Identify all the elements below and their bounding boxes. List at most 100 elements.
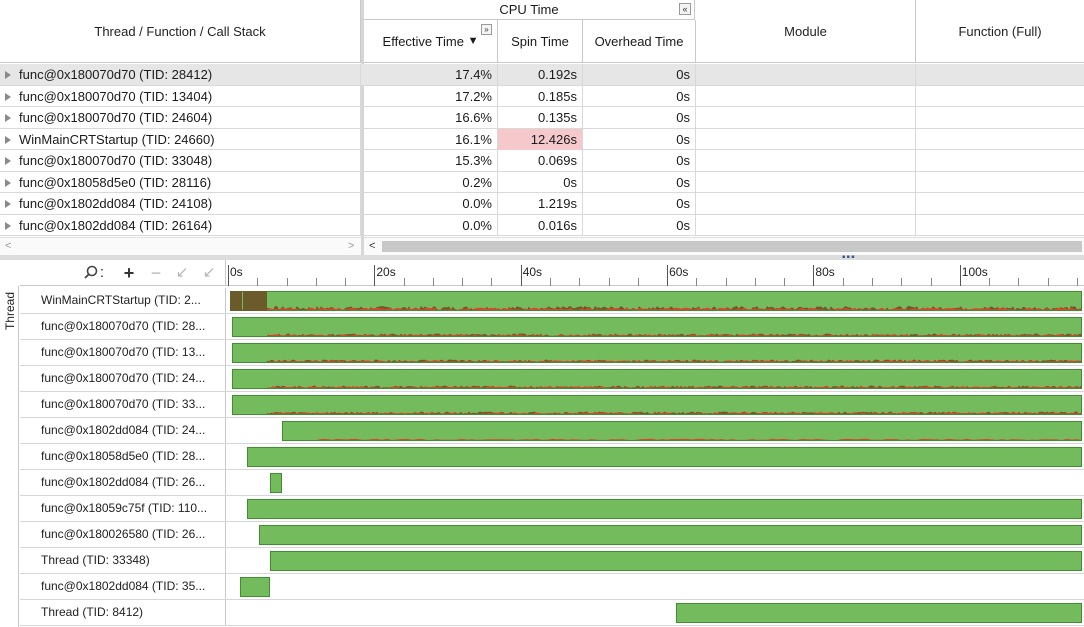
timeline-thread-row[interactable]: func@0x1802dd084 (TID: 24... bbox=[20, 418, 1084, 444]
scroll-left-icon[interactable]: < bbox=[5, 240, 11, 252]
expand-column-icon[interactable]: » bbox=[481, 24, 492, 35]
timeline-thread-row[interactable]: func@0x1802dd084 (TID: 35... bbox=[20, 574, 1084, 600]
thread-running-bar[interactable] bbox=[232, 317, 1083, 337]
thread-label[interactable]: Thread (TID: 8412) bbox=[20, 600, 226, 625]
thread-running-bar[interactable] bbox=[247, 447, 1082, 467]
timeline-thread-row[interactable]: func@0x180070d70 (TID: 33... bbox=[20, 392, 1084, 418]
ruler-minor-tick bbox=[345, 278, 347, 286]
thread-label[interactable]: func@0x180070d70 (TID: 13... bbox=[20, 340, 226, 365]
right-horizontal-scrollbar[interactable]: < bbox=[364, 237, 1084, 255]
thread-name-cell[interactable]: func@0x180070d70 (TID: 13404) bbox=[0, 85, 361, 107]
column-header-thread-function[interactable]: Thread / Function / Call Stack bbox=[0, 0, 361, 63]
thread-running-bar[interactable] bbox=[232, 343, 1083, 363]
left-horizontal-scrollbar[interactable]: < > bbox=[0, 237, 361, 255]
expand-row-icon[interactable] bbox=[5, 92, 11, 101]
thread-label[interactable]: func@0x180070d70 (TID: 24... bbox=[20, 366, 226, 391]
thread-running-bar[interactable] bbox=[232, 395, 1083, 415]
thread-name: func@0x18058d5e0 (TID: 28116) bbox=[19, 174, 212, 190]
ruler-minor-tick bbox=[579, 278, 581, 286]
table-row[interactable]: func@0x18058d5e0 (TID: 28116) 0.2% 0s 0s bbox=[0, 171, 1084, 193]
timeline-thread-row[interactable]: func@0x180070d70 (TID: 28... bbox=[20, 314, 1084, 340]
thread-running-bar[interactable] bbox=[282, 421, 1083, 441]
thread-name-cell[interactable]: func@0x1802dd084 (TID: 26164) bbox=[0, 214, 361, 236]
timeline-thread-row[interactable]: func@0x18059c75f (TID: 110... bbox=[20, 496, 1084, 522]
scrollbar-thumb[interactable] bbox=[382, 241, 1082, 252]
thread-tab[interactable]: Thread bbox=[0, 286, 19, 627]
timeline-thread-row[interactable]: func@0x1802dd084 (TID: 26... bbox=[20, 470, 1084, 496]
wait-burst-block bbox=[242, 291, 268, 311]
table-row[interactable]: func@0x180070d70 (TID: 24604) 16.6% 0.135s… bbox=[0, 107, 1084, 129]
expand-row-icon[interactable] bbox=[5, 135, 11, 144]
thread-running-bar[interactable] bbox=[239, 577, 270, 597]
scroll-right-icon[interactable]: > bbox=[348, 240, 354, 252]
thread-running-bar[interactable] bbox=[230, 291, 1083, 311]
thread-label[interactable]: WinMainCRTStartup (TID: 2... bbox=[20, 288, 226, 313]
ruler-minor-tick bbox=[754, 278, 756, 286]
thread-running-bar[interactable] bbox=[247, 499, 1082, 519]
thread-label[interactable]: Thread (TID: 33348) bbox=[20, 548, 226, 573]
scroll-left-icon[interactable]: < bbox=[369, 240, 375, 252]
column-header-function-full[interactable]: Function (Full) bbox=[916, 0, 1084, 63]
thread-label[interactable]: func@0x1802dd084 (TID: 35... bbox=[20, 574, 226, 599]
expand-row-icon[interactable] bbox=[5, 178, 11, 187]
thread-running-bar[interactable] bbox=[269, 473, 283, 493]
reset-zoom-icon[interactable]: ↙ bbox=[200, 263, 218, 283]
table-row[interactable]: func@0x180070d70 (TID: 33048) 15.3% 0.069s… bbox=[0, 150, 1084, 172]
ruler-minor-tick bbox=[432, 278, 434, 286]
timeline-thread-row[interactable]: WinMainCRTStartup (TID: 2... bbox=[20, 288, 1084, 314]
spin-time-cell: 1.219s bbox=[498, 193, 583, 214]
sort-descending-icon[interactable]: ▼ bbox=[468, 35, 479, 47]
table-row[interactable]: WinMainCRTStartup (TID: 24660) 16.1% 12.42… bbox=[0, 128, 1084, 150]
undo-zoom-icon[interactable]: ↙ bbox=[173, 263, 191, 283]
thread-running-bar[interactable] bbox=[675, 603, 1082, 623]
table-row[interactable]: func@0x1802dd084 (TID: 24108) 0.0% 1.219s 0… bbox=[0, 193, 1084, 215]
thread-label[interactable]: func@0x18058d5e0 (TID: 28... bbox=[20, 444, 226, 469]
function-full-cell bbox=[916, 107, 1084, 128]
thread-lane bbox=[226, 470, 1084, 495]
thread-running-bar[interactable] bbox=[232, 369, 1083, 389]
expand-row-icon[interactable] bbox=[5, 71, 11, 79]
thread-name-cell[interactable]: func@0x1802dd084 (TID: 24108) bbox=[0, 193, 361, 214]
column-header-module[interactable]: Module bbox=[696, 0, 916, 63]
zoom-out-icon[interactable]: − bbox=[147, 263, 165, 283]
column-group-cpu-time[interactable]: CPU Time « bbox=[364, 0, 695, 20]
timeline-thread-row[interactable]: func@0x180070d70 (TID: 13... bbox=[20, 340, 1084, 366]
expand-row-icon[interactable] bbox=[5, 157, 11, 165]
ruler-major-tick bbox=[374, 265, 376, 286]
timeline-thread-row[interactable]: func@0x180070d70 (TID: 24... bbox=[20, 366, 1084, 392]
thread-running-bar[interactable] bbox=[258, 525, 1082, 545]
timeline-thread-row[interactable]: Thread (TID: 33348) bbox=[20, 548, 1084, 574]
spin-activity-overlay bbox=[267, 333, 1083, 336]
thread-name-cell[interactable]: WinMainCRTStartup (TID: 24660) bbox=[0, 128, 361, 150]
column-header-spin-time[interactable]: Spin Time bbox=[498, 20, 583, 63]
thread-name-cell[interactable]: func@0x180070d70 (TID: 28412) bbox=[0, 64, 361, 85]
column-header-label: Effective Time bbox=[382, 33, 464, 49]
effective-time-cell: 17.2% bbox=[364, 85, 498, 107]
thread-label[interactable]: func@0x1802dd084 (TID: 24... bbox=[20, 418, 226, 443]
timeline-thread-row[interactable]: func@0x18058d5e0 (TID: 28... bbox=[20, 444, 1084, 470]
thread-name-cell[interactable]: func@0x180070d70 (TID: 24604) bbox=[0, 107, 361, 128]
column-header-effective-time[interactable]: Effective Time ▼ » bbox=[364, 20, 498, 63]
thread-label[interactable]: func@0x180070d70 (TID: 33... bbox=[20, 392, 226, 417]
thread-label[interactable]: func@0x180026580 (TID: 26... bbox=[20, 522, 226, 547]
ruler-minor-tick bbox=[286, 278, 288, 286]
expand-row-icon[interactable] bbox=[5, 114, 11, 122]
time-ruler[interactable]: 0s 20s 40s 60s 80s 100s bbox=[226, 260, 1084, 286]
thread-label[interactable]: func@0x18059c75f (TID: 110... bbox=[20, 496, 226, 521]
expand-row-icon[interactable] bbox=[5, 221, 11, 230]
timeline-thread-row[interactable]: func@0x180026580 (TID: 26... bbox=[20, 522, 1084, 548]
thread-label[interactable]: func@0x180070d70 (TID: 28... bbox=[20, 314, 226, 339]
table-row[interactable]: func@0x1802dd084 (TID: 26164) 0.0% 0.016s 0… bbox=[0, 214, 1084, 236]
zoom-in-icon[interactable]: + bbox=[120, 263, 138, 283]
thread-name-cell[interactable]: func@0x180070d70 (TID: 33048) bbox=[0, 150, 361, 171]
thread-name-cell[interactable]: func@0x18058d5e0 (TID: 28116) bbox=[0, 171, 361, 193]
collapse-column-group-icon[interactable]: « bbox=[679, 3, 691, 15]
thread-running-bar[interactable] bbox=[270, 551, 1082, 571]
column-header-label: Module bbox=[784, 23, 827, 39]
column-header-overhead-time[interactable]: Overhead Time bbox=[583, 20, 696, 63]
thread-label[interactable]: func@0x1802dd084 (TID: 26... bbox=[20, 470, 226, 495]
table-row[interactable]: func@0x180070d70 (TID: 28412) 17.4% 0.192s… bbox=[0, 64, 1084, 86]
timeline-thread-row[interactable]: Thread (TID: 8412) bbox=[20, 600, 1084, 626]
expand-row-icon[interactable] bbox=[5, 200, 11, 208]
table-row[interactable]: func@0x180070d70 (TID: 13404) 17.2% 0.185s… bbox=[0, 85, 1084, 107]
